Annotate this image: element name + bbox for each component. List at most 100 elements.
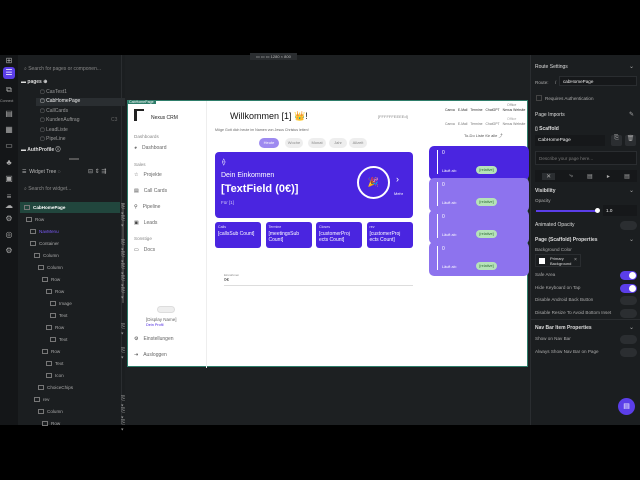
todo-card[interactable]: 0 Läuft ab: [relative]	[429, 146, 529, 180]
properties-tab-icon[interactable]: ✕	[542, 172, 556, 180]
docs-tab-icon[interactable]: ▤	[624, 173, 630, 180]
data-icon[interactable]: ▤	[3, 108, 15, 120]
pages-search[interactable]: ⌕ Search for pages or componen...	[24, 66, 101, 72]
nav-dashboard[interactable]: ◕ Dashboard	[134, 145, 167, 151]
animated-opacity-toggle[interactable]	[620, 221, 637, 230]
tree-item[interactable]: Row	[42, 274, 60, 285]
quick-link[interactable]: ChatGPT	[485, 122, 499, 126]
page-description-input[interactable]: Describe your page here...	[535, 151, 637, 165]
quick-link[interactable]: E-Mail	[458, 108, 468, 112]
page-imports-header[interactable]: Page Imports	[535, 112, 565, 118]
time-chip[interactable]: Monat	[308, 138, 326, 148]
scaffold-props-header[interactable]: Page (Scaffold) Properties	[535, 237, 598, 243]
tree-item[interactable]: Image	[50, 298, 72, 309]
page-list-icon[interactable]: ☰	[3, 67, 15, 79]
toggle-switch[interactable]	[620, 296, 637, 305]
page-item[interactable]: ▢ KundenAuftrag	[40, 117, 79, 123]
tree-item[interactable]: rev	[34, 394, 49, 405]
tree-item[interactable]: CabHomePage	[20, 202, 120, 213]
tree-item[interactable]: Column	[38, 262, 63, 273]
route-settings-header[interactable]: Route Settings	[535, 64, 568, 70]
nav-docs[interactable]: ▭ Docs	[134, 247, 155, 253]
navbar-props-header[interactable]: Nav Bar Item Properties	[535, 325, 592, 331]
page-item[interactable]: ▢ LeadListe	[40, 127, 68, 133]
tree-item[interactable]: Icon	[46, 370, 64, 381]
edit-icon[interactable]: ✎	[629, 111, 634, 118]
chevron-down-icon[interactable]: ⌄	[629, 63, 634, 70]
todo-card[interactable]: 0 Läuft ab: [relative]	[429, 178, 529, 212]
actions-tab-icon[interactable]: ⤷	[569, 173, 572, 180]
nav-leads[interactable]: ▣ Leads	[134, 220, 157, 226]
nav-pipeline[interactable]: ⚲ Pipeline	[134, 204, 160, 210]
tree-actions[interactable]: ⊟ ⇕ ⇶	[88, 168, 106, 175]
tree-item[interactable]: Column	[34, 250, 59, 261]
storyboard-icon[interactable]: ⧉	[3, 84, 15, 96]
stat-card[interactable]: Termine [meetingsSub Count]	[265, 222, 312, 248]
tree-item[interactable]: Text	[50, 310, 67, 321]
nav-call-cards[interactable]: ▤ Call Cards	[134, 188, 167, 194]
nav-logout[interactable]: ⇥ Ausloggen	[134, 352, 167, 358]
agent-icon[interactable]: ⚙	[3, 213, 15, 225]
nav-settings[interactable]: ⚙ Einstellungen	[134, 336, 174, 342]
tree-item[interactable]: Container	[30, 238, 59, 249]
stat-card[interactable]: rev [customerProj ects Count]	[366, 222, 413, 248]
add-widget-icon[interactable]: ⊞	[3, 55, 15, 67]
quick-link[interactable]: Nexus Website	[503, 122, 526, 126]
chevron-right-icon[interactable]: ›	[396, 174, 399, 184]
nav-projekte[interactable]: ☆ Projekte	[134, 172, 162, 178]
quick-link[interactable]: Canva	[445, 108, 455, 112]
api-icon[interactable]: ▦	[3, 124, 15, 136]
clear-color-icon[interactable]: ×	[574, 257, 577, 263]
opacity-slider[interactable]	[536, 208, 600, 213]
chevron-down-icon[interactable]: ⌄	[629, 236, 634, 243]
einnahmen-field[interactable]: 0€	[224, 277, 413, 286]
income-card[interactable]: ⟠ Dein Einkommen [TextField (0€)] Für [1…	[215, 152, 413, 218]
tree-item[interactable]: Row	[46, 322, 64, 333]
tree-item[interactable]: Column	[38, 406, 63, 417]
auth-folder[interactable]: ▬ AuthProfile ⓘ	[21, 146, 61, 153]
tree-item[interactable]: ChoiceChips	[38, 382, 73, 393]
profile-link[interactable]: Dein Profil	[146, 323, 164, 327]
tree-item[interactable]: Row	[46, 286, 64, 297]
todo-card[interactable]: 0 Läuft ab: [relative]	[429, 242, 529, 276]
tree-item[interactable]: Row	[42, 346, 60, 357]
chevron-down-icon[interactable]: ⌄	[629, 187, 634, 194]
page-name-input[interactable]: CabHomePage	[535, 135, 605, 146]
stat-card[interactable]: Closes [customerProj ects Count]	[316, 222, 362, 248]
time-chip[interactable]: Heute	[259, 138, 279, 148]
page-item[interactable]: ▢ PipeLine	[40, 136, 66, 142]
media-icon[interactable]: ▣	[3, 173, 15, 185]
todo-card[interactable]: 0 Läuft ab: [relative]	[429, 210, 529, 244]
tree-item[interactable]: NavMenu	[30, 226, 59, 237]
tree-item[interactable]: Text	[50, 334, 67, 345]
chevron-down-icon[interactable]: ⌄	[629, 324, 634, 331]
more-label[interactable]: Mehr	[394, 191, 403, 196]
stat-card[interactable]: Calls [callsSub Count]	[215, 222, 261, 248]
toggle-switch[interactable]	[620, 347, 637, 357]
toggle-switch[interactable]	[620, 283, 637, 293]
pages-folder[interactable]: ▬ pages ⊕	[21, 79, 47, 85]
tree-item[interactable]: Text	[46, 358, 63, 369]
panel-resize-handle[interactable]	[69, 158, 79, 160]
duplicate-icon[interactable]: ⎘	[611, 135, 622, 146]
page-item-selected[interactable]: ▢ CabHomePage	[36, 98, 134, 106]
delete-icon[interactable]: 🗑	[625, 135, 636, 146]
tree-item[interactable]: Row	[26, 214, 44, 225]
time-chip[interactable]: Woche	[285, 138, 303, 148]
quick-link[interactable]: Nexus Website	[503, 108, 526, 112]
toggle-switch[interactable]	[620, 335, 637, 344]
theme-icon[interactable]: ♣	[3, 157, 15, 169]
quick-link[interactable]: Termine	[470, 122, 482, 126]
time-chip[interactable]: Jahr	[329, 138, 347, 148]
device-size-toolbar[interactable]: ▭ ▭ ▭ 1280 × 800	[250, 53, 297, 60]
chat-support-button[interactable]: ▤	[618, 398, 635, 415]
cloud-icon[interactable]: ☁	[3, 200, 15, 212]
opacity-input[interactable]: 1.0	[603, 205, 637, 216]
quick-link[interactable]: E-Mail	[458, 122, 468, 126]
time-chip[interactable]: Allzeit	[349, 138, 367, 148]
toggle-switch[interactable]	[620, 308, 637, 318]
tree-item[interactable]: Row	[42, 418, 60, 429]
settings-icon[interactable]: ⚙	[3, 245, 15, 257]
fingerprint-icon[interactable]: ◎	[3, 229, 15, 241]
play-tab-icon[interactable]: ▸	[607, 173, 610, 180]
